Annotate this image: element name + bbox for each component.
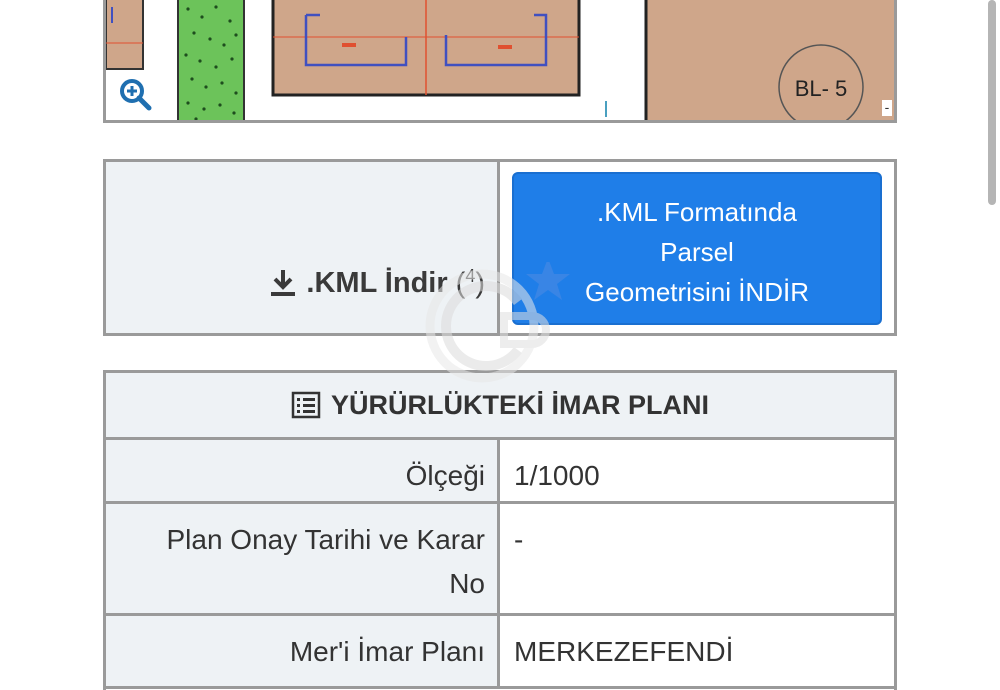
table-row: Mer'i İmar Planı MERKEZEFENDİ — [106, 616, 894, 689]
page-scrollbar[interactable] — [988, 0, 996, 205]
kml-label-cell: .KML İndir (4) — [106, 162, 500, 333]
kml-button-line-1: .KML Formatında — [597, 197, 797, 227]
kml-button-cell: .KML Formatında Parsel Geometrisini İNDİ… — [500, 162, 894, 333]
row-key: Plan Onay Tarihi ve Karar No — [106, 504, 500, 613]
plan-table-header: YÜRÜRLÜKTEKİ İMAR PLANI — [106, 373, 894, 440]
kml-button-line-2: Parsel — [660, 237, 734, 267]
row-key: Mer'i İmar Planı — [106, 616, 500, 686]
kml-button-line-3: Geometrisini İNDİR — [585, 277, 809, 307]
map-edge-control[interactable]: - — [882, 100, 892, 116]
zoom-in-icon[interactable] — [116, 75, 156, 115]
row-key: Ölçeği — [106, 440, 500, 501]
list-icon — [291, 391, 321, 419]
table-row: Ölçeği 1/1000 — [106, 440, 894, 504]
kml-label-text: .KML İndir — [306, 266, 448, 299]
row-value: 1/1000 — [500, 440, 894, 501]
row-value: - — [500, 504, 894, 613]
download-icon — [271, 270, 296, 297]
row-value: MERKEZEFENDİ — [500, 616, 894, 686]
block-label: BL- 5 — [795, 76, 848, 101]
kml-download-row: .KML İndir (4) .KML Formatında Parsel Ge… — [103, 159, 897, 336]
map-drawing: BL- 5 — [106, 0, 894, 120]
table-row: Plan Onay Tarihi ve Karar No - — [106, 504, 894, 616]
parcel-map-preview[interactable]: BL- 5 - — [103, 0, 897, 123]
kml-download-label: .KML İndir (4) — [268, 266, 485, 301]
zoning-plan-table: YÜRÜRLÜKTEKİ İMAR PLANI Ölçeği 1/1000 Pl… — [103, 370, 897, 690]
download-kml-parcel-button[interactable]: .KML Formatında Parsel Geometrisini İNDİ… — [512, 172, 882, 325]
kml-label-footnote: (4) — [455, 266, 485, 300]
plan-table-title: YÜRÜRLÜKTEKİ İMAR PLANI — [331, 389, 709, 420]
